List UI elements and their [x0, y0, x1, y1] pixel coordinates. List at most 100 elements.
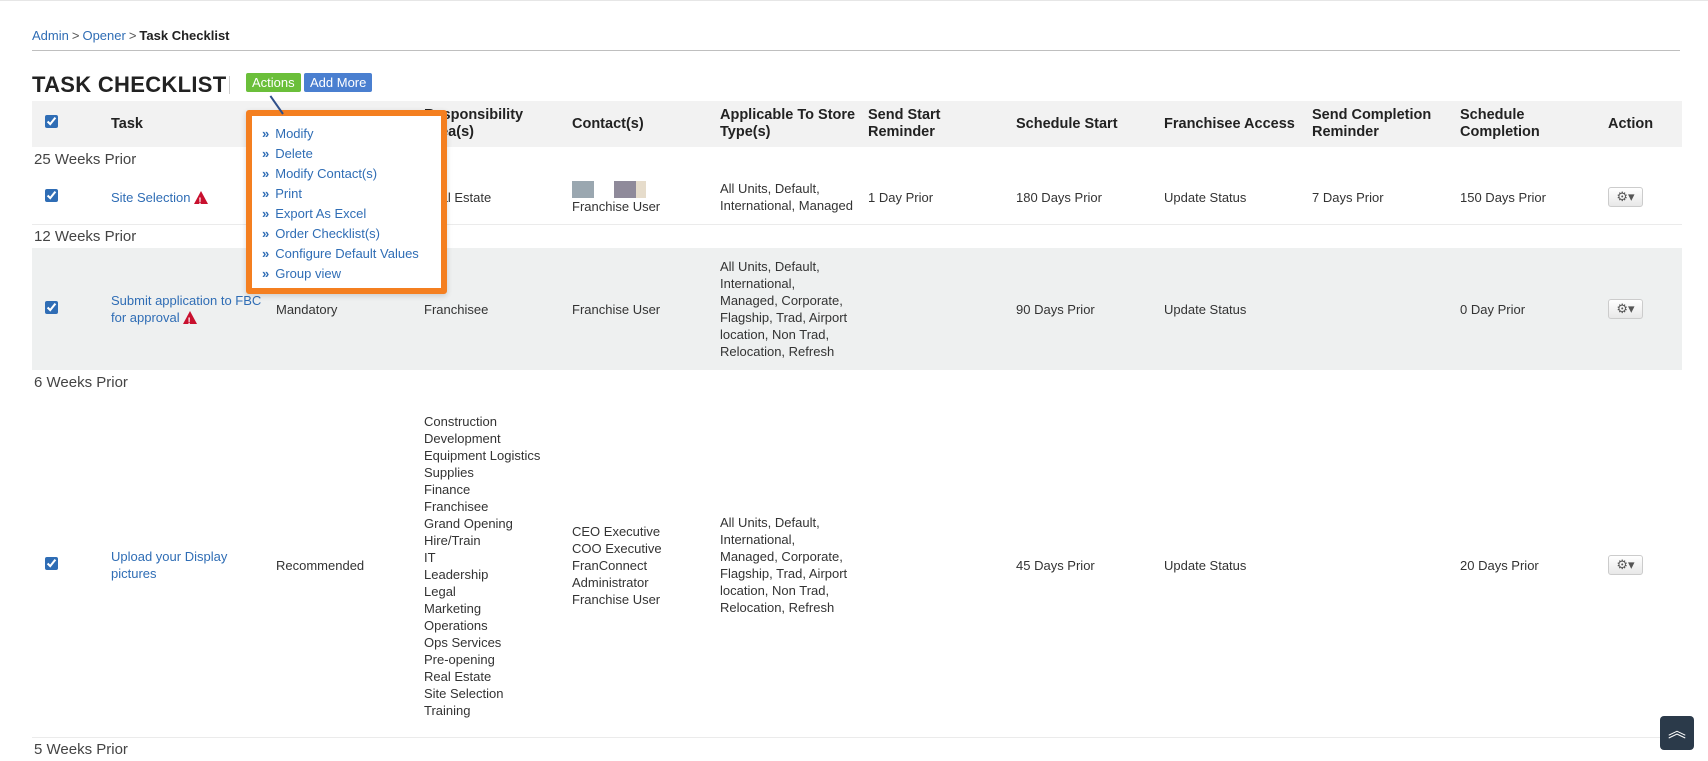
menu-item-delete[interactable]: » Delete	[262, 144, 431, 164]
row-select-cell	[32, 248, 105, 370]
header-schedule-completion: Schedule Completion	[1454, 101, 1602, 147]
table-row: Upload your Display pictures Recommended…	[32, 394, 1682, 738]
schedule-completion-cell: 150 Days Prior	[1454, 171, 1602, 225]
responsibility-cell: Construction Development Equipment Logis…	[418, 394, 566, 738]
franchisee-access-cell: Update Status	[1158, 171, 1306, 225]
schedule-start-cell: 45 Days Prior	[1010, 394, 1158, 738]
chevron-right-icon: »	[262, 186, 270, 201]
contact-item: Administrator	[572, 574, 649, 590]
menu-item-print[interactable]: » Print	[262, 184, 431, 204]
actions-button[interactable]: Actions	[246, 73, 301, 92]
responsibility-item: IT	[424, 550, 436, 566]
page-title: TASK CHECKLIST	[32, 72, 227, 97]
chevron-right-icon: »	[262, 246, 270, 261]
store-types-cell: All Units, Default, International, Manag…	[714, 171, 862, 225]
breadcrumb-divider	[32, 50, 1680, 51]
responsibility-item: Finance	[424, 482, 471, 498]
menu-item-modify-contacts[interactable]: » Modify Contact(s)	[262, 164, 431, 184]
header-select-all[interactable]	[32, 101, 105, 147]
schedule-completion-cell: 0 Day Prior	[1454, 248, 1602, 370]
menu-item-modify[interactable]: » Modify	[262, 124, 431, 144]
header-franchisee-access: Franchisee Access	[1158, 101, 1306, 147]
chevron-right-icon: »	[262, 206, 270, 221]
select-all-checkbox[interactable]	[45, 115, 58, 128]
schedule-start-cell: 90 Days Prior	[1010, 248, 1158, 370]
responsibility-item: Equipment Logistics	[424, 448, 541, 464]
send-completion-cell	[1306, 394, 1454, 738]
franchisee-access-cell: Update Status	[1158, 248, 1306, 370]
responsibility-item: Real Estate	[424, 669, 492, 685]
row-select-cell	[32, 394, 105, 738]
chevron-right-icon: »	[262, 146, 270, 161]
row-select-cell	[32, 171, 105, 225]
group-label: 5 Weeks Prior	[34, 740, 128, 758]
header-send-start: Send Start Reminder	[862, 101, 1010, 147]
group-row: 5 Weeks Prior	[32, 737, 1682, 761]
breadcrumb: Admin > Opener > Task Checklist	[32, 28, 230, 43]
actions-menu: » Modify » Delete » Modify Contact(s) » Prin…	[246, 95, 447, 294]
chevron-right-icon: »	[262, 266, 270, 281]
task-link[interactable]: Upload your Display pictures	[111, 549, 227, 581]
responsibility-item: Legal	[424, 584, 456, 600]
responsibility-item: Grand Opening	[424, 516, 513, 532]
group-row: 6 Weeks Prior	[32, 370, 1682, 394]
warning-icon	[182, 311, 197, 330]
gear-icon[interactable]: ⚙▾	[1608, 299, 1643, 319]
row-checkbox[interactable]	[45, 300, 58, 314]
action-cell: ⚙▾	[1602, 394, 1682, 738]
responsibility-item: Pre-opening	[424, 652, 495, 668]
responsibility-item: Construction	[424, 414, 497, 430]
menu-item-export-excel[interactable]: » Export As Excel	[262, 204, 431, 224]
send-completion-cell: 7 Days Prior	[1306, 171, 1454, 225]
contacts-cell: Franchise User	[566, 248, 714, 370]
header-store-types: Applicable To Store Type(s)	[714, 101, 862, 147]
add-more-button[interactable]: Add More	[304, 73, 373, 92]
contact-item: FranConnect	[572, 557, 648, 573]
breadcrumb-current: Task Checklist	[139, 28, 230, 43]
gear-icon[interactable]: ⚙▾	[1608, 187, 1643, 208]
gear-icon[interactable]: ⚙▾	[1608, 555, 1643, 576]
send-completion-cell	[1306, 248, 1454, 370]
menu-item-configure-defaults[interactable]: » Configure Default Values	[262, 244, 431, 264]
menu-item-group-view[interactable]: » Group view	[262, 264, 431, 284]
schedule-start-cell: 180 Days Prior	[1010, 171, 1158, 225]
header-schedule-start: Schedule Start	[1010, 101, 1158, 147]
action-cell: ⚙▾	[1602, 248, 1682, 370]
responsibility-item: Development	[424, 431, 501, 447]
header-action: Action	[1602, 101, 1682, 147]
schedule-completion-cell: 20 Days Prior	[1454, 394, 1602, 738]
breadcrumb-separator: >	[71, 28, 80, 43]
priority-cell: Recommended	[270, 394, 418, 738]
row-checkbox[interactable]	[45, 556, 58, 570]
chevron-right-icon: »	[262, 166, 270, 181]
task-link[interactable]: Site Selection	[111, 190, 191, 205]
breadcrumb-admin[interactable]: Admin	[32, 28, 69, 43]
responsibility-item: Supplies	[424, 465, 474, 481]
responsibility-item: Franchisee	[424, 499, 489, 515]
send-start-cell	[862, 394, 1010, 738]
breadcrumb-separator: >	[128, 28, 137, 43]
task-cell: Upload your Display pictures	[105, 394, 270, 738]
warning-icon	[193, 190, 208, 210]
title-divider	[229, 76, 230, 94]
chevron-right-icon: »	[262, 226, 270, 241]
store-types-cell: All Units, Default, International, Manag…	[714, 394, 862, 738]
avatar	[614, 180, 636, 198]
send-start-cell	[862, 248, 1010, 370]
menu-item-order-checklist[interactable]: » Order Checklist(s)	[262, 224, 431, 244]
breadcrumb-opener[interactable]: Opener	[82, 28, 125, 43]
header-send-completion: Send Completion Reminder	[1306, 101, 1454, 147]
row-checkbox[interactable]	[45, 188, 58, 202]
franchisee-access-cell: Update Status	[1158, 394, 1306, 738]
avatar	[636, 180, 646, 198]
responsibility-item: Training	[424, 703, 471, 719]
contact-name: Franchise User	[572, 198, 661, 214]
contacts-cell: CEO Executive COO Executive FranConnect …	[566, 394, 714, 738]
avatar	[572, 180, 594, 198]
contact-item: COO Executive	[572, 540, 662, 556]
responsibility-item: Marketing	[424, 601, 482, 617]
chevron-right-icon: »	[262, 126, 270, 141]
contact-avatars	[572, 180, 708, 198]
action-cell: ⚙▾	[1602, 171, 1682, 225]
